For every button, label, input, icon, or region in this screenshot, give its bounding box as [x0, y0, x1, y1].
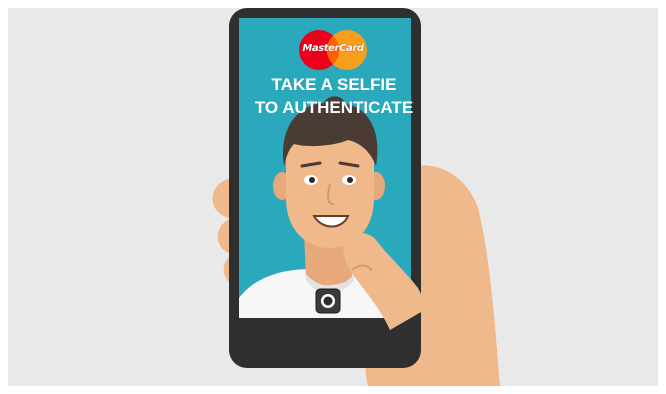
headline-line-2: TO AUTHENTICATE: [254, 98, 414, 117]
selfie-headline: TAKE A SELFIE TO AUTHENTICATE: [234, 73, 434, 119]
mastercard-logo-text: MasterCard: [302, 43, 364, 54]
headline-line-1: TAKE A SELFIE: [271, 75, 397, 94]
illustration-scene: MasterCard TAKE A SELFIE TO AUTHENTICATE: [8, 8, 658, 386]
camera-shutter-icon: [315, 288, 341, 314]
mastercard-logo: MasterCard: [294, 28, 372, 72]
camera-shutter-button[interactable]: [315, 288, 341, 314]
